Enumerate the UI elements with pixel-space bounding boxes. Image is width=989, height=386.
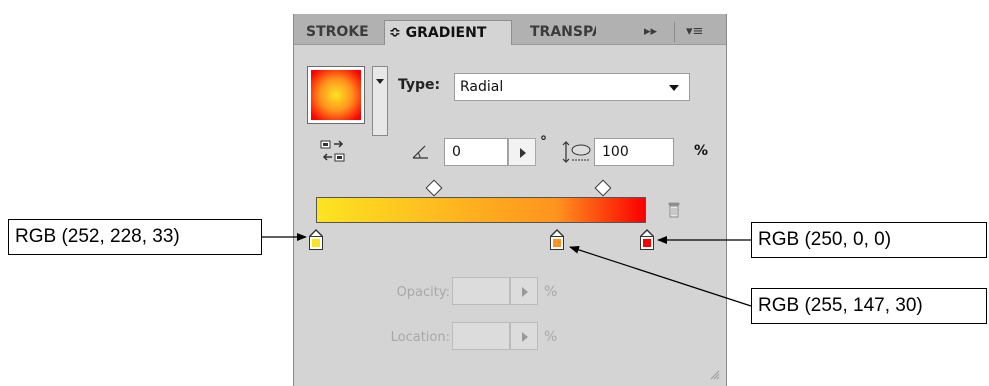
arrow-to-orange-stop — [569, 245, 752, 307]
callout-arrows — [262, 233, 752, 307]
